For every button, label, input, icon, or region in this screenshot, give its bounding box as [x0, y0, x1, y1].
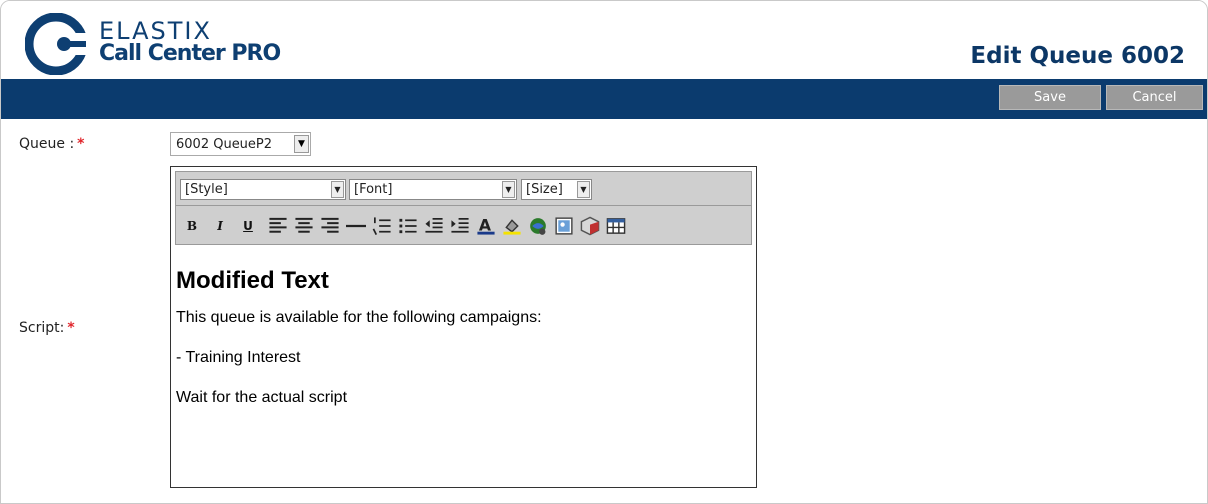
size-select[interactable]: [Size] ▼ [521, 179, 592, 200]
editor-content[interactable]: Modified Text This queue is available fo… [176, 255, 751, 480]
logo-wordmark-bottom: Call Center PRO [99, 41, 281, 66]
align-right-icon[interactable] [320, 216, 340, 236]
save-button[interactable]: Save [999, 85, 1101, 110]
editor-toolbar-buttons: B I U A [175, 205, 752, 245]
logo-wordmark-top: ELASTIX [99, 17, 212, 45]
script-heading: Modified Text [176, 267, 329, 294]
insert-object-icon[interactable] [580, 216, 600, 236]
script-paragraph: Wait for the actual script [176, 389, 348, 406]
insert-image-icon[interactable] [554, 216, 574, 236]
background-color-icon[interactable] [502, 216, 522, 236]
required-marker: * [67, 320, 75, 336]
queue-select-value: 6002 QueueP2 [176, 136, 273, 152]
font-select[interactable]: [Font] ▼ [349, 179, 517, 200]
script-paragraph: This queue is available for the followin… [176, 309, 542, 326]
queue-select[interactable]: 6002 QueueP2 ▼ [170, 132, 311, 156]
queue-label-text: Queue : [19, 136, 75, 152]
indent-icon[interactable] [450, 216, 470, 236]
ordered-list-icon[interactable] [372, 216, 392, 236]
action-bar: Save Cancel [1, 79, 1207, 119]
logo: ELASTIX Call Center PRO [25, 13, 305, 75]
bold-button[interactable]: B [182, 216, 202, 236]
underline-button[interactable]: U [238, 216, 258, 236]
header: ELASTIX Call Center PRO Edit Queue 6002 [1, 1, 1207, 79]
text-color-icon[interactable]: A [476, 216, 496, 236]
script-paragraph: - Training Interest [176, 349, 301, 366]
svg-text:A: A [479, 216, 492, 234]
chevron-down-icon[interactable]: ▼ [502, 181, 515, 198]
chevron-down-icon[interactable]: ▼ [331, 181, 344, 198]
chevron-down-icon[interactable]: ▼ [577, 181, 590, 198]
script-label: Script: * [19, 320, 75, 336]
style-select[interactable]: [Style] ▼ [180, 179, 346, 200]
style-select-value: [Style] [185, 182, 228, 197]
italic-button[interactable]: I [210, 216, 230, 236]
editor-toolbar-selects: [Style] ▼ [Font] ▼ [Size] ▼ [175, 171, 752, 205]
insert-table-icon[interactable] [606, 216, 626, 236]
elastix-logo-icon [25, 13, 87, 75]
horizontal-rule-icon[interactable] [346, 216, 366, 236]
page-title: Edit Queue 6002 [970, 43, 1185, 69]
queue-label: Queue : * [19, 136, 85, 152]
align-center-icon[interactable] [294, 216, 314, 236]
size-select-value: [Size] [526, 182, 563, 197]
app-window: ELASTIX Call Center PRO Edit Queue 6002 … [0, 0, 1208, 504]
required-marker: * [77, 136, 85, 152]
script-label-text: Script: [19, 320, 65, 336]
script-editor[interactable]: [Style] ▼ [Font] ▼ [Size] ▼ B I U A Modi… [170, 166, 757, 488]
unordered-list-icon[interactable] [398, 216, 418, 236]
chevron-down-icon[interactable]: ▼ [294, 135, 309, 153]
align-left-icon[interactable] [268, 216, 288, 236]
outdent-icon[interactable] [424, 216, 444, 236]
cancel-button[interactable]: Cancel [1106, 85, 1203, 110]
insert-link-icon[interactable] [528, 216, 548, 236]
font-select-value: [Font] [354, 182, 393, 197]
